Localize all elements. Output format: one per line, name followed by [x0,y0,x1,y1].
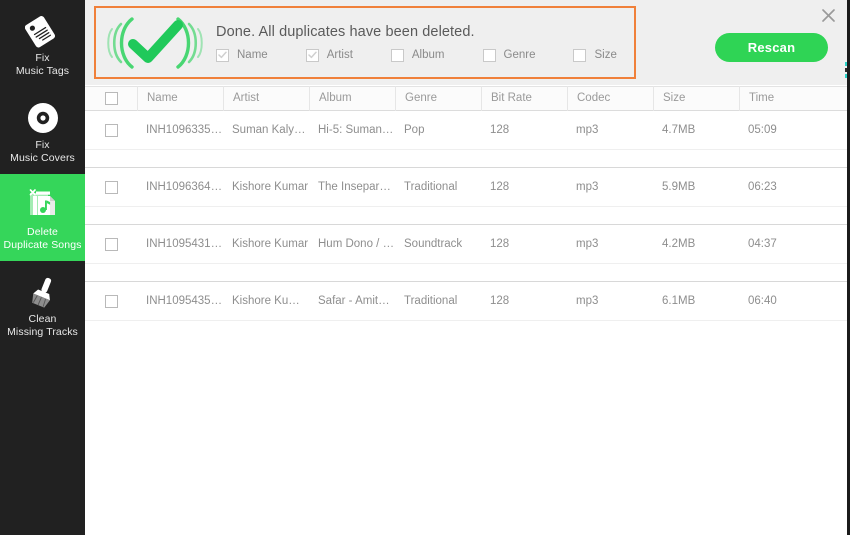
table-row[interactable]: INH109636450 Kishore Kumar The Inseparabl.… [85,168,850,206]
row-select-checkbox[interactable] [104,237,118,251]
row-select-cell [85,123,137,137]
criteria-genre-label: Genre [503,49,536,61]
criteria-name[interactable]: Name [216,48,268,62]
column-header-genre[interactable]: Genre [395,86,481,111]
criteria-genre[interactable]: Genre [482,48,536,62]
broom-icon [23,271,63,309]
column-header-time[interactable]: Time [739,86,825,111]
row-select-checkbox[interactable] [104,180,118,194]
duplicates-table: Name Artist Album Genre Bit Rate Codec Size Tim… [85,86,850,535]
duplicate-group-spacer [85,263,850,281]
column-header-name[interactable]: Name [137,86,223,111]
sidebar-item-label: Delete Duplicate Songs [3,226,82,251]
table-row[interactable]: INH109543550 Kishore Kumar, ... Safar - Am… [85,282,850,320]
cell-time: 06:23 [748,181,777,193]
cell-time: 06:40 [748,295,777,307]
cell-codec: mp3 [576,238,599,250]
sidebar-item-label: Fix Music Tags [15,52,70,77]
cell-name: INH109636450 [146,181,223,193]
criteria-artist[interactable]: Artist [305,48,353,62]
sidebar-item-fix-music-covers[interactable]: Fix Music Covers [0,87,85,174]
row-select-cell [85,180,137,194]
criteria-size-label: Size [594,49,617,61]
cell-codec: mp3 [576,181,599,193]
cell-genre: Traditional [404,295,458,307]
delete-duplicate-songs-icon [24,184,62,222]
cell-album: The Inseparabl... [318,181,395,193]
row-select-checkbox[interactable] [104,294,118,308]
sidebar: Fix Music Tags Fix Music Covers Delete D… [0,0,85,535]
row-select-cell [85,294,137,308]
main-panel: Done. All duplicates have been deleted. … [85,0,850,535]
cell-size: 4.2MB [662,238,696,250]
sidebar-item-delete-duplicate-songs[interactable]: Delete Duplicate Songs [0,174,85,261]
column-header-codec[interactable]: Codec [567,86,653,111]
cell-codec: mp3 [576,124,599,136]
criteria-name-label: Name [237,49,268,61]
cell-artist: Kishore Kumar, ... [232,295,309,307]
cell-genre: Soundtrack [404,238,463,250]
column-header-artist[interactable]: Artist [223,86,309,111]
criteria-size-checkbox[interactable] [573,48,587,62]
column-header-album[interactable]: Album [309,86,395,111]
duplicate-group-spacer [85,206,850,224]
close-icon[interactable] [814,2,842,28]
sidebar-item-clean-missing-tracks[interactable]: Clean Missing Tracks [0,261,85,348]
table-row[interactable]: INH109633530 Suman Kalyanp... Hi-5: Suman … [85,111,850,149]
cell-artist: Kishore Kumar [232,181,309,193]
criteria-row: Name Artist Album Genre Size [216,48,617,62]
row-select-cell [85,237,137,251]
table-header-row: Name Artist Album Genre Bit Rate Codec Size Tim… [85,86,850,111]
duplicate-group-spacer [85,149,850,167]
banner-text-block: Done. All duplicates have been deleted. … [214,24,617,62]
banner-message: Done. All duplicates have been deleted. [216,23,475,40]
cell-artist: Suman Kalyanp... [232,124,309,136]
sidebar-item-label: Fix Music Covers [10,139,75,164]
music-tag-icon [24,10,61,48]
cell-bitrate: 128 [490,295,510,307]
cell-genre: Pop [404,124,425,136]
cell-time: 05:09 [748,124,777,136]
cell-size: 4.7MB [662,124,696,136]
criteria-genre-checkbox[interactable] [482,48,496,62]
cell-codec: mp3 [576,295,599,307]
cell-bitrate: 128 [490,238,510,250]
rescan-button[interactable]: Rescan [715,33,828,62]
cell-bitrate: 128 [490,124,510,136]
criteria-size[interactable]: Size [573,48,617,62]
criteria-album-label: Album [411,49,445,61]
cell-genre: Traditional [404,181,458,193]
sidebar-item-label: Clean Missing Tracks [7,313,78,338]
cell-album: Hi-5: Suman Kal... [318,124,395,136]
table-body: INH109633530 Suman Kalyanp... Hi-5: Suman … [85,111,850,338]
table-row[interactable]: INH109543160 Kishore Kumar Hum Dono / Pay.… [85,225,850,263]
cell-name: INH109543160 [146,238,223,250]
criteria-album-checkbox[interactable] [390,48,404,62]
column-header-size[interactable]: Size [653,86,739,111]
cell-name: INH109543550 [146,295,223,307]
status-banner: Done. All duplicates have been deleted. … [94,6,636,79]
criteria-artist-label: Artist [326,49,353,61]
cell-size: 6.1MB [662,295,696,307]
cell-artist: Kishore Kumar [232,238,309,250]
sidebar-item-fix-music-tags[interactable]: Fix Music Tags [0,0,85,87]
select-all-header-cell [85,86,137,111]
cell-time: 04:37 [748,238,777,250]
cell-name: INH109633530 [146,124,223,136]
column-header-bitrate[interactable]: Bit Rate [481,86,567,111]
app-window: Fix Music Tags Fix Music Covers Delete D… [0,0,850,535]
cell-size: 5.9MB [662,181,696,193]
criteria-album[interactable]: Album [390,48,445,62]
cell-album: Safar - Amitabh... [318,295,395,307]
cell-album: Hum Dono / Pay... [318,238,395,250]
cell-bitrate: 128 [490,181,510,193]
music-cover-disc-icon [26,97,60,135]
criteria-name-checkbox[interactable] [216,48,229,62]
success-checkmark-icon [96,8,214,77]
row-select-checkbox[interactable] [104,123,118,137]
criteria-artist-checkbox[interactable] [305,48,319,62]
select-all-checkbox[interactable] [104,92,118,105]
duplicate-group-spacer [85,320,850,338]
